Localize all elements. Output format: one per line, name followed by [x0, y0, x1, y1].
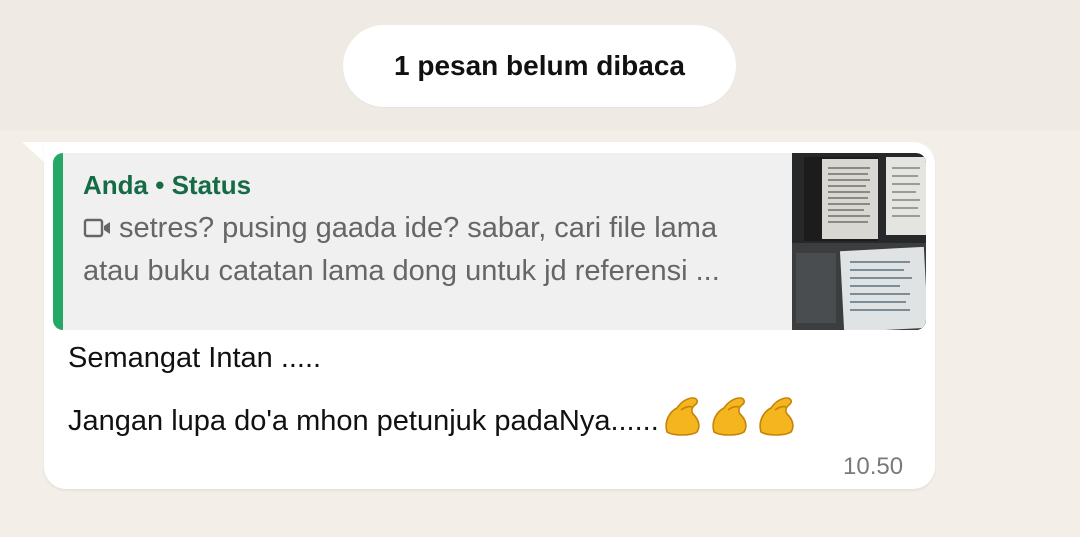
flexed-biceps-emoji: [712, 397, 747, 436]
quote-author: Anda: [83, 170, 148, 200]
quote-accent-bar: [53, 153, 63, 330]
unread-messages-label: 1 pesan belum dibaca: [394, 50, 685, 81]
status-thumbnail[interactable]: [792, 153, 926, 330]
message-timestamp: 10.50: [843, 453, 904, 480]
flexed-biceps-emoji: [759, 397, 794, 436]
quote-source: Status: [171, 170, 252, 200]
quote-text-block: setres? pusing gaada ide? sabar, cari fi…: [83, 208, 763, 292]
flexed-biceps-emoji: [665, 397, 700, 436]
unread-messages-banner: 1 pesan belum dibaca: [343, 25, 736, 107]
quoted-status-reply[interactable]: Anda • Status setres? pusing gaada ide? …: [53, 153, 926, 330]
video-icon: [83, 210, 113, 251]
message-text-line-2: Jangan lupa do'a mhon petunjuk padaNya..…: [68, 392, 799, 446]
message-text-line-2-text: Jangan lupa do'a mhon petunjuk padaNya..…: [68, 405, 659, 437]
quote-separator: •: [155, 170, 165, 200]
quote-author-line: Anda • Status: [83, 170, 251, 201]
bubble-tail: [22, 142, 46, 164]
flexed-biceps-emoji-group: [661, 392, 799, 446]
message-text-line-1: Semangat Intan .....: [68, 342, 322, 374]
quote-text: setres? pusing gaada ide? sabar, cari fi…: [83, 212, 720, 287]
